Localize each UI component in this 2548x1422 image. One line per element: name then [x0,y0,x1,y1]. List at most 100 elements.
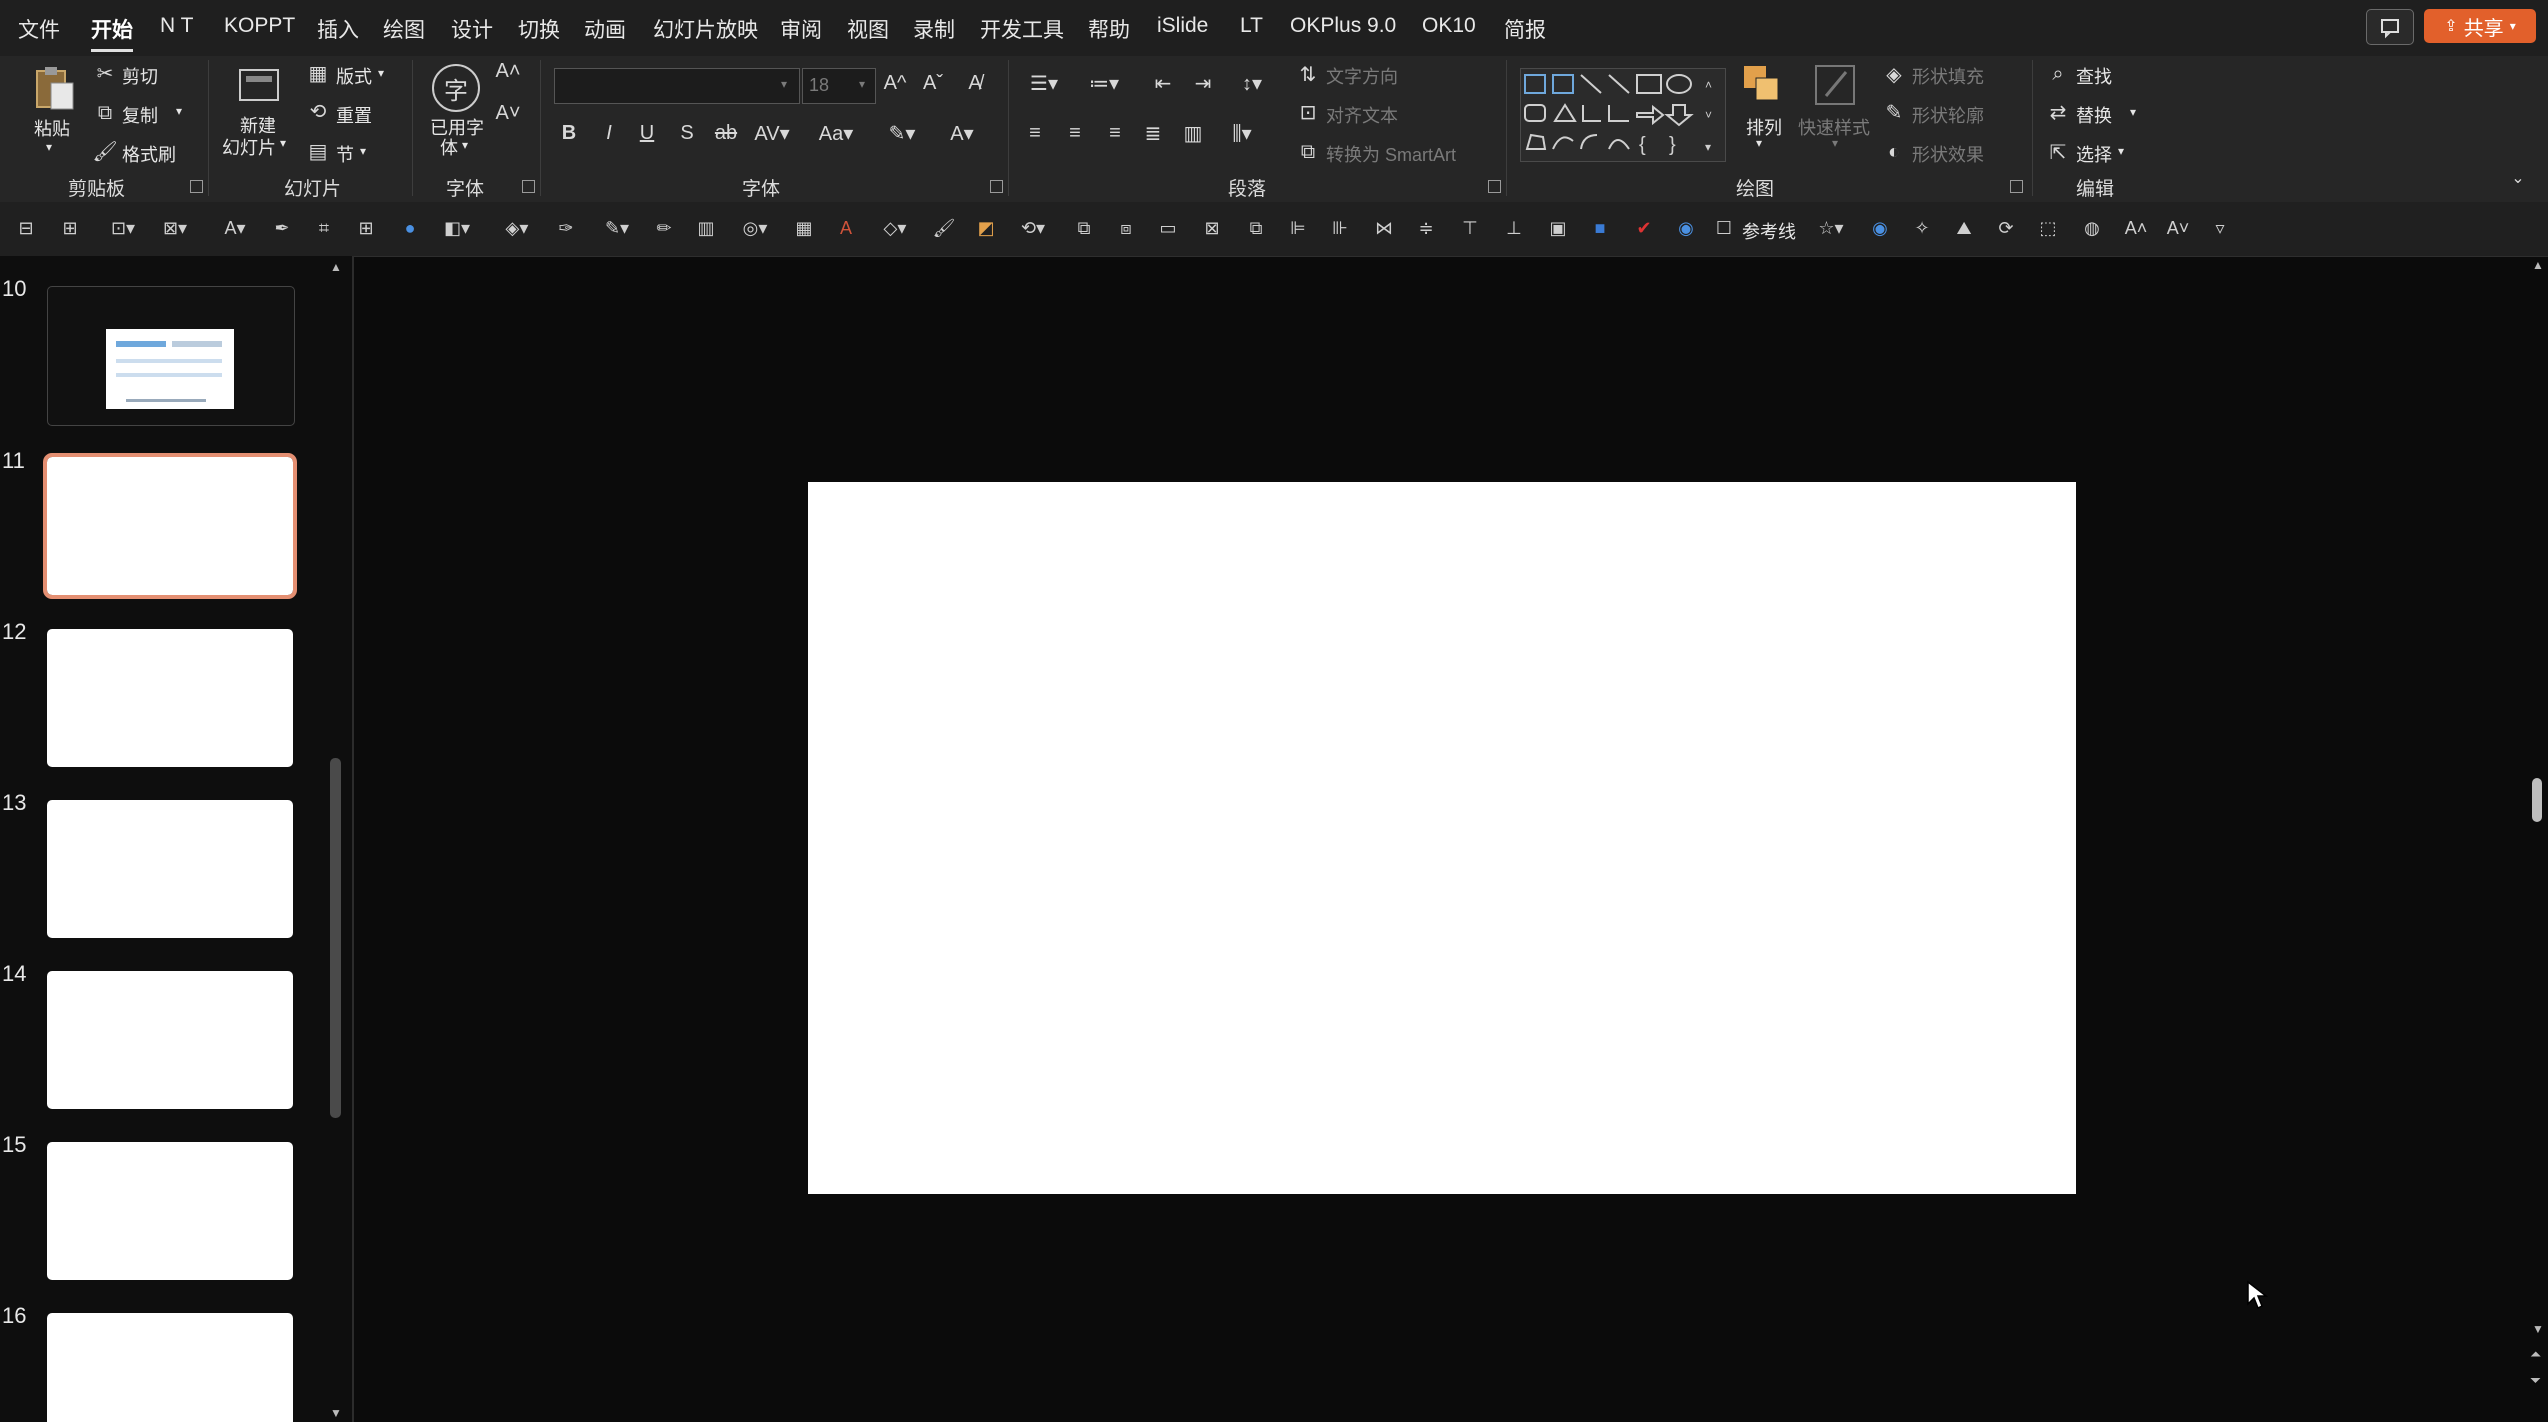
fill-bucket-icon[interactable]: ◈▾ [494,216,540,240]
font-color-toolbar-icon[interactable]: A▾ [212,216,258,240]
clear-format-icon[interactable]: A̸ [962,70,988,96]
bring-front-icon[interactable]: ⧉ [1072,216,1096,240]
align-middle-tool-icon[interactable]: ≑ [1414,216,1438,240]
scissors-icon[interactable]: ✂ [94,62,116,85]
layer-icon[interactable]: ◩ [974,216,998,240]
send-back-icon[interactable]: ⧈ [1114,216,1138,240]
chevron-down-icon[interactable]: ▾ [1832,136,1838,150]
tab-transitions[interactable]: 切换 [518,14,560,44]
align-top-tool-icon[interactable]: ⊤ [1458,216,1482,240]
scroll-up-icon[interactable]: ▲ [2532,258,2544,272]
align-toolbar-icon[interactable]: ⊟ [14,216,38,240]
font-size-input[interactable]: 18 ▾ [802,68,876,104]
chevron-down-icon[interactable]: ▾ [2130,105,2136,119]
layout-icon[interactable]: ▦ [306,62,330,85]
tab-lt[interactable]: LT [1240,14,1263,38]
chevron-down-icon[interactable]: ▾ [176,104,182,118]
cut-label[interactable]: 剪切 [122,63,158,89]
scroll-down-icon[interactable]: ▼ [2532,1322,2544,1336]
guides-checkbox[interactable]: ☐ [1712,216,1736,240]
tab-draw[interactable]: 绘图 [383,14,425,44]
align-center-icon[interactable]: ≡ [1062,120,1088,146]
decrease-font-toolbar-icon[interactable]: A˅ [2166,216,2190,240]
align-left-icon[interactable]: ≡ [1022,120,1048,146]
chevron-down-icon[interactable]: ▾ [2118,144,2124,158]
font-color-icon[interactable]: A▾ [940,120,984,146]
shape-outline-label[interactable]: 形状轮廓 [1912,102,1984,128]
align-bottom-tool-icon[interactable]: ⊥ [1502,216,1526,240]
color-swap-icon[interactable]: ◧▾ [434,216,480,240]
align-left-tool-icon[interactable]: ⊫ [1286,216,1310,240]
tab-nt[interactable]: N T [160,14,193,38]
star-icon[interactable]: ☆▾ [1808,216,1854,240]
text-direction-icon[interactable]: ⇅ [1296,62,1320,86]
increase-font-icon[interactable]: A˄ [495,60,520,82]
shapes-merge-icon[interactable]: ◍ [2080,216,2104,240]
align-center-tool-icon[interactable]: ⋈ [1372,216,1396,240]
italic-icon[interactable]: I [598,120,620,146]
slide-thumbnail-15[interactable] [47,1142,293,1280]
copy-icon[interactable]: ⧉ [94,102,116,124]
text-a-icon[interactable]: A [834,216,858,240]
new-slide-icon[interactable] [234,62,284,108]
tab-koppt[interactable]: KOPPT [224,14,295,38]
blue-square-icon[interactable]: ■ [1588,216,1612,240]
align-text-label[interactable]: 对齐文本 [1326,102,1398,128]
slide-thumbnail-14[interactable] [47,971,293,1109]
replace-label[interactable]: 替换 [2076,102,2112,128]
tab-record[interactable]: 录制 [913,14,955,44]
editor-scrollbar[interactable] [2532,778,2542,822]
brush-icon[interactable]: 🖌 [932,216,956,240]
distribute-toolbar-icon[interactable]: ⊞ [58,216,82,240]
textbox-icon[interactable]: ⊡▾ [100,216,146,240]
previous-slide-icon[interactable]: ⏶ [2530,1346,2541,1363]
numbering-icon[interactable]: ≔▾ [1082,70,1126,96]
bold-icon[interactable]: B [558,120,580,146]
replace-image-icon[interactable]: ⧉ [1244,216,1268,240]
wand-icon[interactable]: ✧ [1910,216,1934,240]
outline-pen-icon[interactable]: ✎▾ [594,216,640,240]
collapse-ribbon-icon[interactable]: ⌄ [2508,168,2528,188]
close-box-icon[interactable]: ⊠ [1200,216,1224,240]
shadow-icon[interactable]: S [676,120,698,146]
chevron-down-icon[interactable]: ▾ [462,138,468,152]
shrink-font-icon[interactable]: Aˇ [920,70,946,96]
layout-label[interactable]: 版式 [336,63,372,89]
thumbnail-scrollbar[interactable] [330,758,341,1118]
tab-design[interactable]: 设计 [451,14,493,44]
align-text-icon[interactable]: ⊡ [1296,100,1320,124]
replace-icon[interactable]: ⇄ [2046,100,2070,124]
check-mark-icon[interactable]: ✔ [1632,216,1656,240]
next-slide-icon[interactable]: ⏷ [2530,1372,2541,1389]
eyedropper-icon[interactable]: ✒ [270,216,294,240]
shape-outline-icon[interactable]: ✎ [1882,100,1906,124]
format-painter-label[interactable]: 格式刷 [122,141,176,167]
chevron-down-icon[interactable]: ▾ [1756,136,1762,150]
shape-merge-icon[interactable]: ◎▾ [732,216,778,240]
increase-indent-icon[interactable]: ⇥ [1190,70,1216,96]
tab-home[interactable]: 开始 [91,14,133,52]
slide-thumbnail-16[interactable] [47,1313,293,1422]
chevron-down-icon[interactable]: ▾ [46,140,52,154]
scroll-up-icon[interactable]: ▲ [330,260,342,274]
font-glyph-icon[interactable]: 字 [432,64,480,112]
slide-thumbnail-12[interactable] [47,629,293,767]
shape-effects-label[interactable]: 形状效果 [1912,141,1984,167]
align-right-icon[interactable]: ≡ [1102,120,1128,146]
distribute-icon[interactable]: ▥ [1180,120,1206,146]
scroll-down-icon[interactable]: ▼ [330,1406,342,1420]
picture-frame-icon[interactable]: ⊠▾ [152,216,198,240]
tab-developer[interactable]: 开发工具 [980,14,1064,44]
tab-okplus[interactable]: OKPlus 9.0 [1290,14,1396,38]
paragraph-launcher-icon[interactable] [1488,180,1501,193]
blue-circle-icon[interactable]: ◉ [1674,216,1698,240]
drawing-launcher-icon[interactable] [2010,180,2023,193]
format-painter-icon[interactable]: 🖌 [92,140,117,163]
slide-thumbnail-10[interactable] [47,286,295,426]
shape-fill-label[interactable]: 形状填充 [1912,63,1984,89]
columns-icon[interactable]: ⫼▾ [1220,120,1264,146]
reset-label[interactable]: 重置 [336,102,372,128]
slide-icon[interactable]: ▭ [1156,216,1180,240]
tab-ok10[interactable]: OK10 [1422,14,1476,38]
char-spacing-icon[interactable]: AV▾ [752,120,792,146]
